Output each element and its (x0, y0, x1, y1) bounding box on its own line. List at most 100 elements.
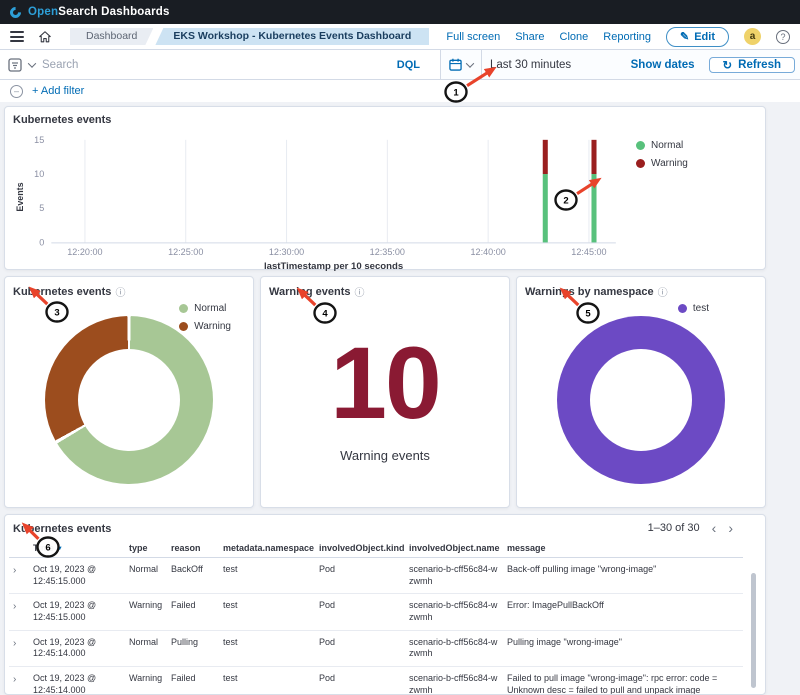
edit-button[interactable]: ✎ Edit (666, 27, 729, 47)
x-axis-title: lastTimestamp per 10 seconds (264, 261, 403, 272)
column-header-involvedobject-name[interactable]: involvedObject.name (405, 539, 503, 558)
reporting-link[interactable]: Reporting (603, 31, 651, 43)
panel-title: Kubernetes events (13, 523, 111, 535)
chevron-down-icon[interactable] (28, 59, 36, 67)
filter-icon[interactable]: – (10, 85, 23, 98)
x-tick-label: 12:20:00 (67, 247, 102, 257)
legend-label: Warning (651, 158, 688, 169)
message-cell: Error: ImagePullBackOff (503, 594, 743, 630)
legend-label: Normal (194, 303, 226, 314)
next-page-icon[interactable]: › (728, 521, 733, 535)
y-tick-label: 5 (39, 203, 44, 213)
chart-legend: test (678, 303, 709, 314)
kind-cell: Pod (315, 630, 405, 666)
info-icon[interactable]: ⓘ (658, 284, 668, 299)
legend-label: test (693, 303, 709, 314)
clone-link[interactable]: Clone (560, 31, 589, 43)
column-header-reason[interactable]: reason (167, 539, 219, 558)
name-cell: scenario-b-cff56c84-wzwmh (405, 667, 503, 695)
show-dates-link[interactable]: Show dates (631, 59, 709, 71)
add-filter-link[interactable]: + Add filter (32, 85, 84, 97)
expand-row-icon[interactable]: › (9, 594, 29, 630)
full-screen-link[interactable]: Full screen (446, 31, 500, 43)
help-icon[interactable]: ? (776, 30, 790, 44)
column-header-metadata-namespace[interactable]: metadata.namespace (219, 539, 315, 558)
message-cell: Failed to pull image "wrong-image": rpc … (503, 667, 743, 695)
legend-item-normal[interactable]: Normal (636, 140, 731, 151)
home-icon[interactable] (38, 30, 52, 44)
legend-item-normal[interactable]: Normal (179, 303, 231, 314)
info-icon[interactable]: ⓘ (115, 284, 125, 299)
panel-warnings-by-namespace: Warnings by namespaceⓘ test (516, 276, 766, 508)
legend-label: Warning (194, 321, 231, 332)
prev-page-icon[interactable]: ‹ (712, 521, 717, 535)
pagination-range: 1–30 of 30 (648, 522, 700, 534)
breadcrumb: Dashboard EKS Workshop - Kubernetes Even… (70, 28, 429, 45)
legend-dot (636, 159, 645, 168)
dashboard-grid: Kubernetes events 12:20:0012:25:0012:30:… (0, 102, 800, 695)
chart-legend: Normal Warning (636, 128, 731, 272)
search-input[interactable] (42, 59, 378, 71)
reason-cell: Failed (167, 594, 219, 630)
column-header-involvedobject-kind[interactable]: involvedObject.kind (315, 539, 405, 558)
legend-item-warning[interactable]: Warning (179, 321, 231, 332)
time-range[interactable]: Last 30 minutes (490, 59, 571, 71)
time-cell: Oct 19, 2023 @ 12:45:15.000 (29, 558, 125, 594)
name-cell: scenario-b-cff56c84-wzwmh (405, 630, 503, 666)
refresh-icon: ↻ (723, 58, 733, 72)
kind-cell: Pod (315, 558, 405, 594)
metric-label: Warning events (340, 448, 430, 463)
events-table: Time▼typereasonmetadata.namespaceinvolve… (9, 539, 743, 695)
warning-events-count: 10 (330, 335, 439, 432)
table-row[interactable]: ›Oct 19, 2023 @ 12:45:15.000NormalBackOf… (9, 558, 743, 594)
bar-segment-normal (591, 174, 596, 242)
table-row[interactable]: ›Oct 19, 2023 @ 12:45:14.000Warning Faile… (9, 667, 743, 695)
namespace-donut-chart[interactable] (557, 316, 725, 484)
legend-dot (179, 304, 188, 313)
table-row[interactable]: ›Oct 19, 2023 @ 12:45:14.000NormalPullin… (9, 630, 743, 666)
legend-dot (179, 322, 188, 331)
legend-dot (678, 304, 687, 313)
bar-segment-warning (591, 140, 596, 174)
chevron-down-icon (466, 59, 474, 67)
legend-dot (636, 141, 645, 150)
x-tick-label: 12:35:00 (370, 247, 405, 257)
kind-cell: Pod (315, 594, 405, 630)
expand-row-icon[interactable]: › (9, 667, 29, 695)
panel-kubernetes-events-table: Kubernetes events 1–30 of 30 ‹ › Time▼ty… (4, 514, 766, 695)
table-row[interactable]: ›Oct 19, 2023 @ 12:45:15.000WarningFaile… (9, 594, 743, 630)
legend-item-warning[interactable]: Warning (636, 158, 731, 169)
saved-query-icon[interactable] (8, 58, 22, 72)
table-scrollbar[interactable] (751, 573, 756, 688)
events-donut-chart[interactable] (45, 316, 213, 484)
legend-item-test[interactable]: test (678, 303, 709, 314)
time-cell: Oct 19, 2023 @ 12:45:14.000 (29, 667, 125, 695)
navbar: Dashboard EKS Workshop - Kubernetes Even… (0, 24, 800, 50)
calendar-button[interactable] (441, 58, 481, 71)
refresh-button[interactable]: ↻ Refresh (709, 57, 795, 73)
reason-cell: Pulling (167, 630, 219, 666)
expand-row-icon[interactable]: › (9, 558, 29, 594)
bar-segment-normal (543, 174, 548, 242)
column-header-type[interactable]: type (125, 539, 167, 558)
app-title: OpenSearch Dashboards (28, 6, 170, 18)
dql-button[interactable]: DQL (385, 59, 432, 71)
menu-icon[interactable] (10, 31, 24, 42)
time-cell: Oct 19, 2023 @ 12:45:15.000 (29, 594, 125, 630)
table-header-row: Time▼typereasonmetadata.namespaceinvolve… (9, 539, 743, 558)
type-cell: Normal (125, 630, 167, 666)
column-header-message[interactable]: message (503, 539, 743, 558)
share-link[interactable]: Share (515, 31, 544, 43)
x-tick-label: 12:40:00 (471, 247, 506, 257)
avatar[interactable]: a (744, 28, 761, 45)
expand-row-icon[interactable]: › (9, 630, 29, 666)
message-cell: Back-off pulling image "wrong-image" (503, 558, 743, 594)
panel-title: Kubernetes eventsⓘ (5, 277, 253, 301)
chart-legend: Normal Warning (179, 303, 231, 332)
panel-kubernetes-events-pie: Kubernetes eventsⓘ Normal Warning (4, 276, 254, 508)
breadcrumb-current-dashboard[interactable]: EKS Workshop - Kubernetes Events Dashboa… (155, 28, 429, 45)
breadcrumb-dashboard[interactable]: Dashboard (70, 28, 153, 45)
events-bar-chart[interactable]: 12:20:0012:25:0012:30:0012:35:0012:40:00… (11, 128, 636, 272)
type-cell: Warning (125, 667, 167, 695)
column-header-time[interactable]: Time▼ (29, 539, 125, 558)
